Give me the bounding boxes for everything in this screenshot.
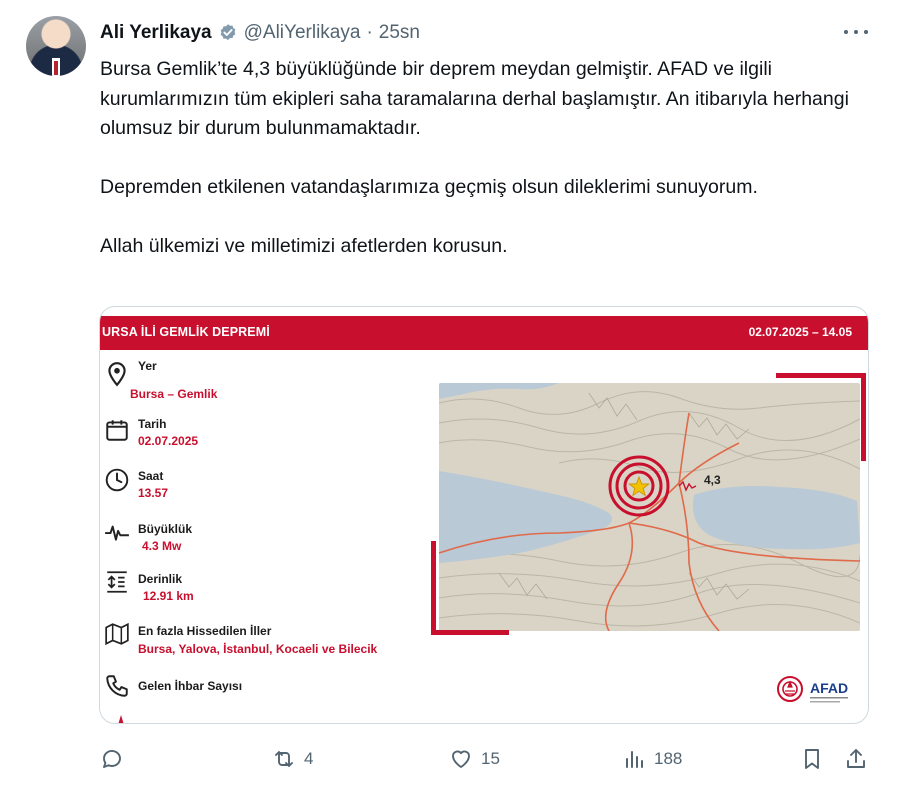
tweet-time[interactable]: 25sn xyxy=(379,22,420,44)
map-icon xyxy=(105,622,129,646)
reply-icon xyxy=(103,750,121,768)
reply-button[interactable] xyxy=(100,744,132,774)
tweet-paragraph-2: Depremden etkilenen vatandaşlarımıza geç… xyxy=(100,176,758,198)
svg-text:AFAD: AFAD xyxy=(810,680,848,696)
tweet-actions: 4 15 188 xyxy=(100,744,870,774)
info-label-time: Saat xyxy=(138,469,164,483)
repost-button[interactable]: 4 xyxy=(272,744,313,774)
info-label-magnitude: Büyüklük xyxy=(138,522,193,536)
map-frame-corner xyxy=(776,373,866,378)
info-value-depth: 12.91 km xyxy=(143,589,194,603)
verified-badge-icon[interactable] xyxy=(218,23,238,43)
map-frame-corner xyxy=(861,373,866,461)
card-header: URSA İLİ GEMLİK DEPREMİ 02.07.2025 – 14.… xyxy=(100,316,868,350)
calendar-icon xyxy=(106,420,128,441)
tweet-header: Ali Yerlikaya @AliYerlikaya · 25sn xyxy=(100,20,420,46)
views-button[interactable]: 188 xyxy=(622,744,682,774)
info-label-provinces: En fazla Hissedilen İller xyxy=(138,624,272,638)
bookmark-button[interactable] xyxy=(800,744,824,774)
tweet-text: Bursa Gemlik’te 4,3 büyüklüğünde bir dep… xyxy=(100,55,860,262)
location-pin-icon xyxy=(108,362,126,387)
like-button[interactable]: 15 xyxy=(449,744,500,774)
author-name[interactable]: Ali Yerlikaya xyxy=(100,22,212,44)
info-value-date: 02.07.2025 xyxy=(138,434,199,448)
map-frame-corner xyxy=(431,630,509,635)
info-label-location: Yer xyxy=(138,359,157,373)
phone-icon xyxy=(106,675,128,697)
info-value-provinces: Bursa, Yalova, İstanbul, Kocaeli ve Bile… xyxy=(138,642,378,656)
repost-count: 4 xyxy=(304,749,314,768)
tweet-media-card[interactable]: URSA İLİ GEMLİK DEPREMİ 02.07.2025 – 14.… xyxy=(99,306,869,724)
map-magnitude-label: 4,3 xyxy=(704,473,721,487)
author-handle[interactable]: @AliYerlikaya xyxy=(244,22,361,44)
clock-icon xyxy=(105,468,129,492)
header-separator: · xyxy=(366,22,373,43)
bookmark-icon xyxy=(805,749,819,769)
tweet-paragraph-1: Bursa Gemlik’te 4,3 büyüklüğünde bir dep… xyxy=(100,58,849,139)
heart-icon xyxy=(452,750,470,768)
tweet-paragraph-3: Allah ülkemizi ve milletimizi afetlerden… xyxy=(100,235,508,257)
info-value-location: Bursa – Gemlik xyxy=(130,387,218,401)
like-count: 15 xyxy=(481,749,500,768)
info-value-time: 13.57 xyxy=(138,486,169,500)
tweet: Ali Yerlikaya @AliYerlikaya · 25sn Bursa… xyxy=(0,0,900,792)
repost-icon xyxy=(275,751,293,767)
avatar-tie xyxy=(54,61,58,75)
red-mark xyxy=(118,715,124,723)
depth-icon xyxy=(107,571,127,593)
map-frame-corner xyxy=(431,541,436,635)
epicenter-map xyxy=(439,383,860,631)
more-dot xyxy=(864,30,868,34)
info-label-date: Tarih xyxy=(138,417,167,431)
views-icon xyxy=(626,751,643,768)
info-label-reports: Gelen İhbar Sayısı xyxy=(138,679,243,693)
info-value-magnitude: 4.3 Mw xyxy=(142,539,182,553)
seismograph-icon xyxy=(105,525,129,541)
more-options-icon[interactable] xyxy=(844,22,868,42)
share-icon xyxy=(847,749,865,768)
avatar[interactable] xyxy=(26,16,86,76)
afad-logo-icon: AFAD xyxy=(777,676,848,703)
card-datetime: 02.07.2025 – 14.05 xyxy=(748,325,852,339)
more-dot xyxy=(854,30,858,34)
info-label-depth: Derinlik xyxy=(138,572,183,586)
views-count: 188 xyxy=(654,749,683,768)
card-title: URSA İLİ GEMLİK DEPREMİ xyxy=(102,325,270,339)
share-button[interactable] xyxy=(844,744,868,774)
more-dot xyxy=(844,30,848,34)
